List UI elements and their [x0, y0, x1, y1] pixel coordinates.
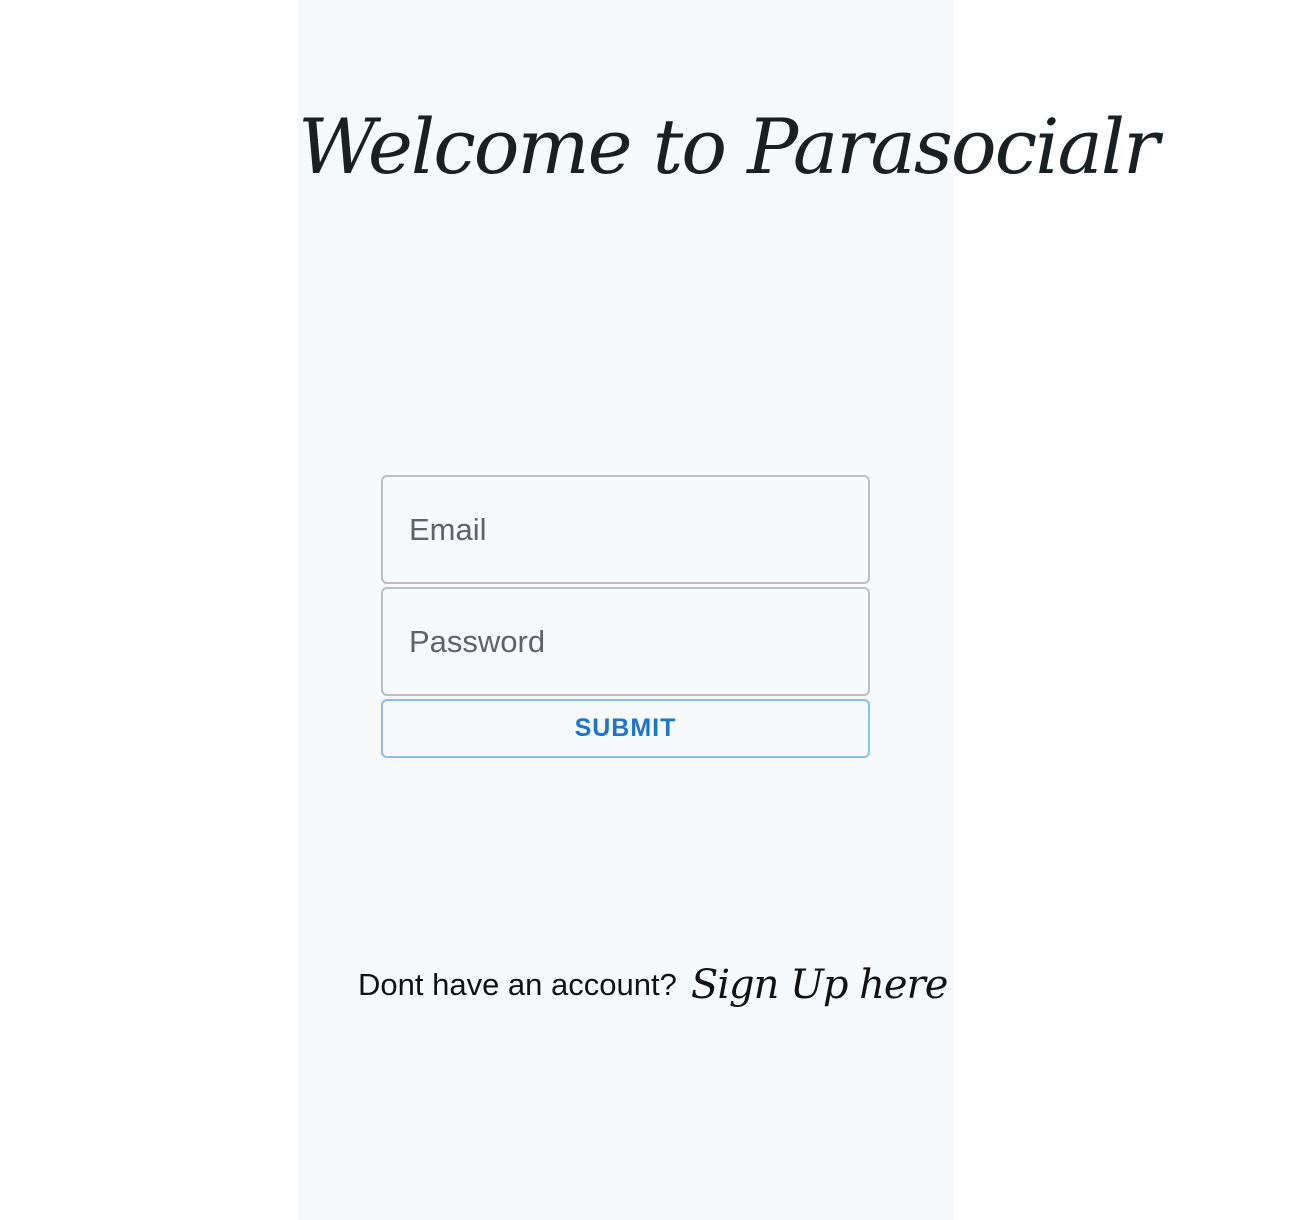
signup-row: Dont have an account? Sign Up here: [358, 945, 949, 1025]
email-field-container: [381, 475, 870, 584]
email-input[interactable]: [383, 477, 868, 582]
signup-prompt: Dont have an account?: [358, 967, 677, 1002]
page-title: Welcome to Parasocialr: [298, 102, 1159, 191]
signup-link[interactable]: Sign Up here: [691, 962, 949, 1008]
submit-button[interactable]: SUBMIT: [381, 699, 870, 758]
password-field-container: [381, 587, 870, 696]
password-input[interactable]: [383, 589, 868, 694]
